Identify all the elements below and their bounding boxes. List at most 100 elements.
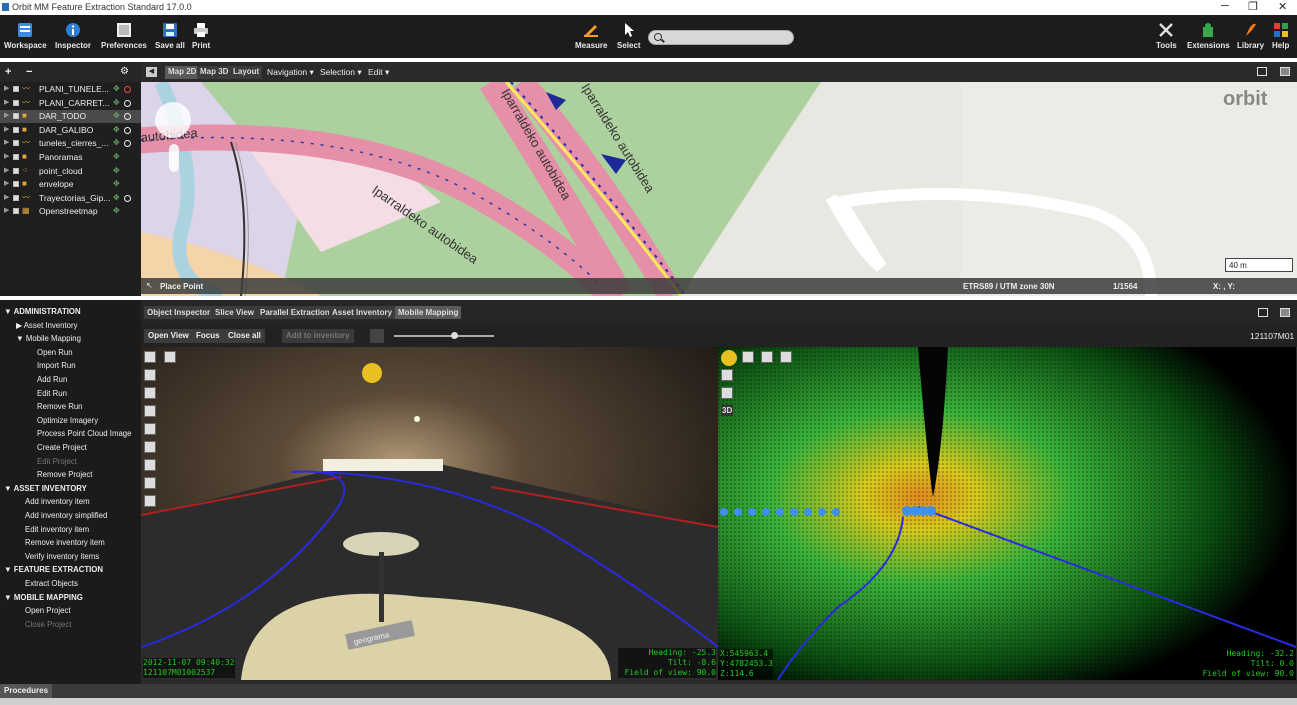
layer-visibility-checkbox[interactable] [13, 113, 19, 120]
layer-row[interactable]: ▶ ■ Panoramas ✥ [0, 151, 141, 164]
add-to-inventory-button[interactable]: Add to inventory [282, 329, 354, 343]
expand-arrow-icon[interactable]: ▶ [4, 98, 9, 106]
layer-status-icon[interactable] [124, 194, 131, 202]
layer-visibility-checkbox[interactable] [13, 194, 19, 201]
add-layer-button[interactable]: + [5, 66, 11, 78]
image-icon[interactable] [144, 405, 156, 417]
maximize-map-icon[interactable] [1257, 67, 1267, 76]
edit-menu[interactable]: Edit ▾ [368, 67, 389, 78]
expanded-arrow-icon[interactable]: ▼ [4, 307, 14, 316]
layer-status-icon[interactable] [124, 99, 131, 107]
procedure-item[interactable]: ▼ Mobile Mapping [16, 334, 81, 343]
zoom-slider[interactable] [169, 144, 179, 172]
procedure-item[interactable]: Add inventory item [25, 497, 90, 506]
procedure-item[interactable]: Open Project [25, 606, 71, 615]
tab-slice-view[interactable]: Slice View [212, 306, 257, 319]
grid-icon[interactable] [144, 423, 156, 435]
layer-style-icon[interactable]: ✥ [113, 152, 120, 161]
pan-hand-icon[interactable] [155, 102, 191, 138]
procedure-item[interactable]: Open Run [37, 348, 73, 357]
layer-visibility-checkbox[interactable] [13, 140, 19, 147]
select-icon[interactable] [721, 350, 737, 366]
point-cloud-view[interactable]: 3D X:545963.4 Y:4782453.3 Z:114.6 Headin… [718, 347, 1296, 680]
expand-arrow-icon[interactable]: ▶ [4, 152, 9, 160]
procedure-group[interactable]: ▼ FEATURE EXTRACTION [4, 565, 103, 574]
restore-button[interactable]: ❐ [1248, 0, 1258, 13]
procedure-item[interactable]: Extract Objects [25, 579, 78, 588]
3d-mode-button[interactable]: 3D [721, 405, 734, 416]
number-1-icon[interactable] [144, 351, 156, 363]
tab-mobile-mapping[interactable]: Mobile Mapping [395, 306, 462, 319]
procedure-group[interactable]: ▼ MOBILE MAPPING [4, 593, 83, 602]
expanded-arrow-icon[interactable]: ▼ [4, 484, 14, 493]
layer-row[interactable]: ▶ 〰 PLANI_CARRET... ✥ [0, 97, 141, 110]
hand-tool-icon[interactable] [370, 329, 384, 343]
monitor-icon[interactable] [144, 459, 156, 471]
close-all-button[interactable]: Close all [224, 329, 265, 343]
procedure-item[interactable]: Remove inventory item [25, 538, 105, 547]
procedure-item[interactable]: ▶ Asset Inventory [16, 321, 77, 330]
layer-row[interactable]: ▶ ■ DAR_GALIBO ✥ [0, 124, 141, 137]
tab-asset-inventory[interactable]: Asset Inventory [329, 306, 396, 319]
tab-map-2d[interactable]: Map 2D [165, 66, 200, 79]
layer-style-icon[interactable]: ✥ [113, 206, 120, 215]
remove-layer-button[interactable]: − [26, 66, 32, 78]
layer-row[interactable]: ▶ ⁘ point_cloud ✥ [0, 165, 141, 178]
layer-visibility-checkbox[interactable] [13, 167, 19, 174]
expanded-arrow-icon[interactable]: ▼ [16, 334, 26, 343]
search-input[interactable] [648, 30, 794, 45]
map-2d-view[interactable]: autobidea Iparraldeko autobidea Iparrald… [141, 82, 1297, 296]
procedure-item[interactable]: Create Project [37, 443, 87, 452]
library-button[interactable]: Library [1237, 22, 1264, 50]
expand-arrow-icon[interactable]: ▶ [4, 206, 9, 214]
procedure-item[interactable]: Import Run [37, 361, 76, 370]
tab-map-3d[interactable]: Map 3D [197, 66, 232, 79]
expand-arrow-icon[interactable]: ▶ [4, 166, 9, 174]
select-button[interactable]: Select [617, 22, 641, 50]
inspector-button[interactable]: Inspector [55, 22, 91, 50]
panorama-view[interactable]: geograma 2012-11-07 09:40:32 121107M0100… [141, 347, 718, 680]
layer-style-icon[interactable]: ✥ [113, 111, 120, 120]
fullscreen-map-icon[interactable] [1280, 67, 1290, 76]
camera-icon[interactable] [721, 369, 733, 381]
target-icon[interactable] [144, 495, 156, 507]
extensions-button[interactable]: Extensions [1187, 22, 1230, 50]
layers-icon[interactable] [144, 441, 156, 453]
save-all-button[interactable]: Save all [155, 22, 185, 50]
selection-menu[interactable]: Selection ▾ [320, 67, 362, 78]
expand-arrow-icon[interactable]: ▶ [4, 179, 9, 187]
compass-icon[interactable] [144, 369, 156, 381]
layer-status-icon[interactable] [124, 126, 131, 134]
tab-object-inspector[interactable]: Object Inspector [144, 306, 214, 319]
layer-style-icon[interactable]: ✥ [113, 84, 120, 93]
image-icon[interactable] [721, 387, 733, 399]
triangle-icon[interactable] [144, 477, 156, 489]
procedure-item[interactable]: Edit inventory item [25, 525, 89, 534]
layer-style-icon[interactable]: ✥ [113, 179, 120, 188]
measure-icon[interactable] [761, 351, 773, 363]
expanded-arrow-icon[interactable]: ▼ [4, 565, 14, 574]
navigation-menu[interactable]: Navigation ▾ [267, 67, 314, 78]
layer-row[interactable]: ▶ ■ envelope ✥ [0, 178, 141, 191]
help-button[interactable]: Help [1272, 22, 1289, 50]
procedure-item[interactable]: Optimize Imagery [37, 416, 98, 425]
layer-visibility-checkbox[interactable] [13, 99, 19, 106]
layer-visibility-checkbox[interactable] [13, 208, 19, 215]
layer-row[interactable]: ▶ 〰 tuneles_cierres_... ✥ [0, 137, 141, 150]
layer-status-icon[interactable] [124, 140, 131, 148]
layer-settings-button[interactable]: ⚙ [120, 66, 129, 77]
layer-style-icon[interactable]: ✥ [113, 166, 120, 175]
collapsed-arrow-icon[interactable]: ▶ [16, 321, 24, 330]
layer-style-icon[interactable]: ✥ [113, 138, 120, 147]
procedure-item[interactable]: Remove Run [37, 402, 83, 411]
playback-slider[interactable] [394, 332, 494, 339]
procedure-item[interactable]: Remove Project [37, 470, 92, 479]
layer-style-icon[interactable]: ✥ [113, 125, 120, 134]
procedure-item[interactable]: Add inventory simplified [25, 511, 107, 520]
measure-button[interactable]: Measure [575, 22, 607, 50]
close-button[interactable]: ✕ [1278, 0, 1287, 13]
layer-visibility-checkbox[interactable] [13, 126, 19, 133]
person-icon[interactable] [780, 351, 792, 363]
print-button[interactable]: Print [192, 22, 210, 50]
layer-row[interactable]: ▶ 〰 Trayectorias_Gip... ✥ [0, 192, 141, 205]
